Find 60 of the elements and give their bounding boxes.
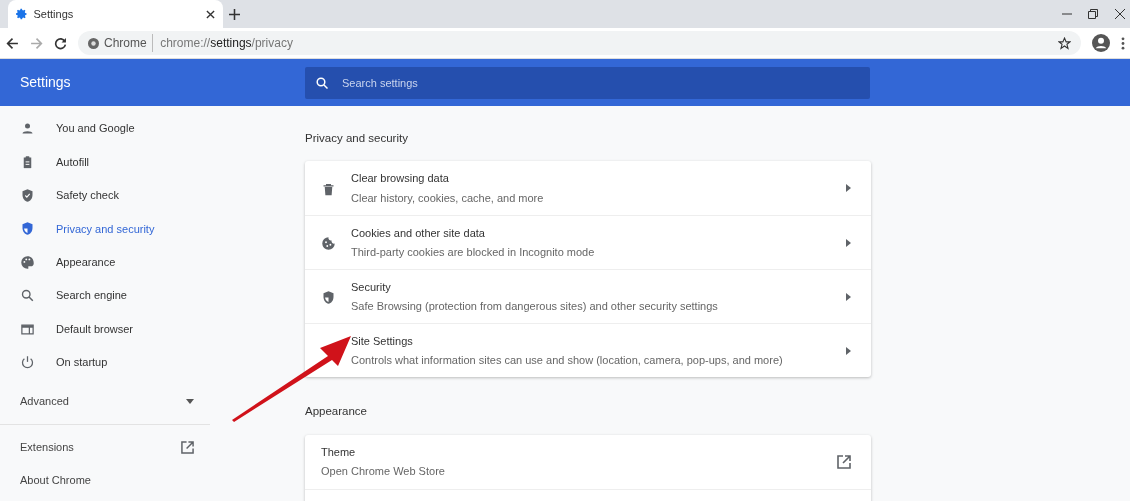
shield-check-icon [20, 187, 35, 203]
palette-icon [20, 254, 35, 270]
close-icon[interactable] [206, 9, 215, 19]
section-title: Privacy and security [305, 131, 409, 146]
menu-icon[interactable] [1120, 36, 1125, 50]
settings-row[interactable]: Theme Open Chrome Web Store [305, 434, 871, 489]
chevron-icon [846, 184, 851, 193]
new-tab-icon[interactable] [228, 8, 240, 20]
site-label: Chrome [104, 35, 147, 52]
sidebar-link[interactable]: Extensions [20, 438, 74, 456]
sidebar-link[interactable]: About Chrome [20, 471, 91, 489]
reload-icon[interactable] [53, 36, 67, 50]
row-title: Cookies and other site data [351, 225, 486, 241]
person-icon [20, 121, 35, 137]
address-bar[interactable]: Chrome chrome://settings/privacy [77, 31, 1081, 55]
sidebar-item[interactable]: On startup [0, 345, 210, 380]
row-title: Site Settings [351, 333, 414, 349]
row-title: Clear browsing data [351, 171, 450, 187]
external-link-icon[interactable] [837, 454, 851, 469]
sidebar-item[interactable]: Default browser [0, 312, 210, 346]
page-title: Settings [19, 73, 72, 92]
chevron-icon [846, 346, 851, 355]
row-subtitle: Clear history, cookies, cache, and more [351, 190, 545, 206]
section-title: Appearance [305, 404, 369, 420]
sidebar-item[interactable]: Autofill [0, 145, 210, 179]
trash-icon [321, 181, 336, 197]
chevron-icon [846, 238, 851, 247]
sidebar-item[interactable]: Safety check [0, 178, 210, 213]
restore-icon[interactable] [1088, 9, 1098, 19]
shield-icon [321, 290, 336, 306]
avatar-icon[interactable] [1091, 34, 1110, 52]
search-icon [316, 76, 328, 89]
star-icon[interactable] [1057, 36, 1071, 50]
row-subtitle: Controls what information sites can use and show (location, camera, pop-ups, and more) [351, 353, 784, 369]
url-text[interactable]: chrome://settings/privacy [152, 34, 293, 52]
advanced-toggle[interactable]: Advanced [0, 384, 210, 418]
close-icon[interactable] [1114, 9, 1125, 19]
settings-icon [16, 8, 28, 20]
row-title: Theme [321, 444, 357, 460]
power-icon [20, 354, 35, 370]
caret-icon [186, 398, 194, 404]
sidebar-item[interactable]: Privacy and security [0, 212, 210, 246]
back-icon[interactable] [5, 36, 19, 50]
row-title: Security [351, 279, 392, 295]
row-subtitle: Safe Browsing (protection from dangerous sites) and other security settings [351, 299, 719, 315]
chevron-icon [846, 292, 851, 301]
settings-row[interactable]: Clear browsing data Clear history, cookies, cache, and more [305, 161, 871, 216]
external-link-icon[interactable] [181, 440, 194, 454]
row-subtitle: Third-party cookies are blocked in Incognito mode [351, 245, 596, 261]
row-subtitle: Open Chrome Web Store [321, 464, 446, 479]
settings-row[interactable]: Security Safe Browsing (protection from dangerous sites) and other security settings [305, 269, 871, 324]
settings-row[interactable]: Cookies and other site data Third-party cookies are blocked in Incognito mode [305, 215, 871, 270]
shield-icon [20, 221, 35, 237]
browser-window-icon [20, 321, 35, 337]
sidebar-item[interactable]: Search engine [0, 278, 210, 313]
search-icon [20, 288, 35, 304]
sidebar-item[interactable]: Appearance [0, 245, 210, 279]
sidebar-item[interactable]: You and Google [0, 112, 210, 146]
cookie-icon [321, 236, 336, 252]
search-field[interactable]: Search settings [305, 66, 870, 99]
